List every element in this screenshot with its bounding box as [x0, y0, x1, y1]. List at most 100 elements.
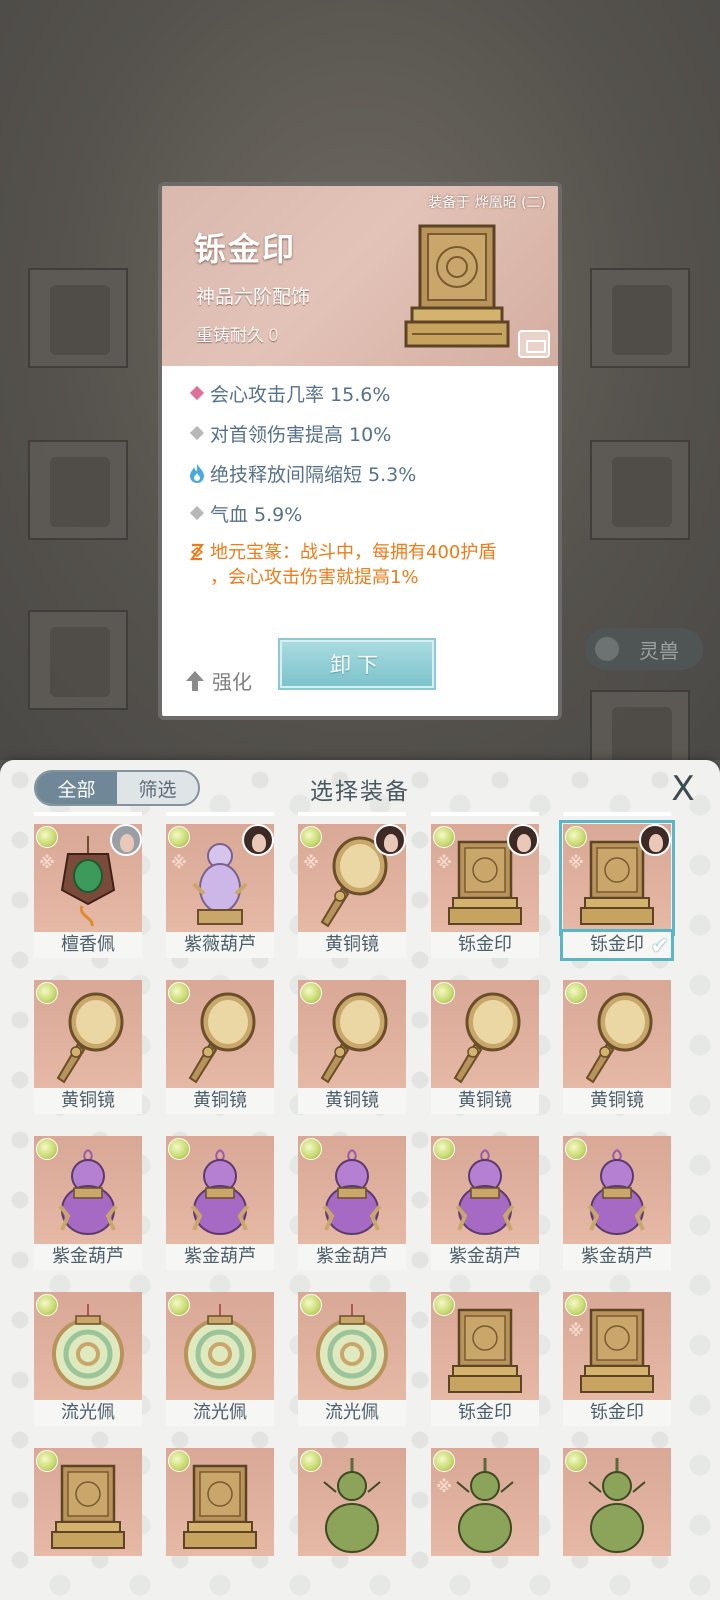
- item-card: [298, 1448, 406, 1556]
- item-card: ※: [166, 824, 274, 932]
- equipment-item[interactable]: 黄铜镜: [431, 974, 541, 1114]
- item-label: 紫金葫芦: [431, 1244, 539, 1270]
- equipment-item[interactable]: 流光佩: [298, 1286, 408, 1426]
- equipment-item[interactable]: 黄铜镜: [166, 974, 276, 1114]
- element-badge-icon: [300, 1294, 322, 1316]
- item-card: [298, 980, 406, 1088]
- equipment-item[interactable]: 黄铜镜: [563, 974, 673, 1114]
- equipment-item[interactable]: 紫金葫芦: [166, 1130, 276, 1270]
- lock-icon[interactable]: [518, 330, 550, 358]
- set-mark-icon: ※: [568, 853, 584, 872]
- item-card: [166, 1448, 274, 1556]
- detail-header: 装备于 烨凰昭 (二) 铄金印 神品六阶配饰 重铸耐久 0: [162, 186, 558, 366]
- equipment-item[interactable]: [298, 1442, 408, 1578]
- equipment-item[interactable]: [563, 1442, 673, 1578]
- item-label: 黄铜镜: [298, 1088, 406, 1114]
- item-card: [563, 1136, 671, 1244]
- pink-diamond-icon: [184, 380, 210, 406]
- row-divider: [166, 812, 274, 816]
- close-button[interactable]: X: [664, 770, 702, 808]
- set-effect-line2: ，会心攻击伤害就提高1%: [210, 567, 419, 588]
- item-label: 黄铜镜: [563, 1088, 671, 1114]
- item-label: 紫薇葫芦: [166, 932, 274, 958]
- equipment-item[interactable]: 紫金葫芦: [34, 1130, 144, 1270]
- item-card: [431, 1136, 539, 1244]
- upgrade-label: 强化: [212, 670, 252, 694]
- equipment-item[interactable]: ※ 黄铜镜: [298, 812, 408, 958]
- equipment-item[interactable]: ※ 铄金印 ✔: [559, 812, 675, 961]
- item-label: 紫金葫芦: [298, 1244, 406, 1270]
- item-card: [563, 1448, 671, 1556]
- item-label: 紫金葫芦: [563, 1244, 671, 1270]
- equipment-item[interactable]: ※ 紫薇葫芦: [166, 812, 276, 958]
- element-badge-icon: [565, 1294, 587, 1316]
- bg-equip-slot: [590, 440, 690, 540]
- equipment-item[interactable]: ※ 铄金印: [563, 1286, 673, 1426]
- stat-text: 气血 5.9%: [210, 504, 303, 526]
- element-badge-icon: [300, 1450, 322, 1472]
- seal-illustration: [404, 224, 510, 348]
- element-badge-icon: [433, 1450, 455, 1472]
- hero-avatar: [507, 824, 539, 856]
- item-label: 铄金印: [431, 932, 539, 958]
- item-card: [166, 1292, 274, 1400]
- item-label: 铄金印: [563, 1400, 671, 1426]
- blue-flame-icon: [184, 460, 210, 486]
- upgrade-button[interactable]: 强化: [184, 666, 252, 695]
- equipment-item[interactable]: 紫金葫芦: [298, 1130, 408, 1270]
- durability-label: 重铸耐久: [196, 326, 264, 346]
- set-mark-icon: ※: [436, 853, 452, 872]
- stat-text: 绝技释放间隔缩短 5.3%: [210, 464, 417, 486]
- item-card: [34, 980, 142, 1088]
- element-badge-icon: [565, 1450, 587, 1472]
- equipment-item[interactable]: 黄铜镜: [298, 974, 408, 1114]
- stats-list: 会心攻击几率 15.6% 对首领伤害提高 10% 绝技释放间隔缩短 5.3% 气…: [162, 366, 558, 590]
- bg-equip-slot: [590, 690, 690, 760]
- element-badge-icon: [168, 826, 190, 848]
- equipment-item[interactable]: [34, 1442, 144, 1578]
- item-card: [34, 1292, 142, 1400]
- equipment-item[interactable]: 流光佩: [166, 1286, 276, 1426]
- element-badge-icon: [433, 1294, 455, 1316]
- item-label: 流光佩: [166, 1400, 274, 1426]
- unequip-button[interactable]: 卸下: [278, 638, 436, 690]
- set-mark-icon: ※: [303, 853, 319, 872]
- item-card: [563, 980, 671, 1088]
- item-label: 黄铜镜: [166, 1088, 274, 1114]
- equipment-item[interactable]: 紫金葫芦: [431, 1130, 541, 1270]
- spirit-beast-label: 灵兽: [639, 638, 679, 663]
- bg-equip-slot: [590, 268, 690, 368]
- item-card: ※: [559, 820, 675, 936]
- hero-avatar: [374, 824, 406, 856]
- set-mark-icon: ※: [171, 853, 187, 872]
- element-badge-icon: [433, 1138, 455, 1160]
- element-badge-icon: [36, 826, 58, 848]
- bg-equip-slot: [28, 440, 128, 540]
- item-label: 流光佩: [298, 1400, 406, 1426]
- hero-avatar: [110, 824, 142, 856]
- item-label: 黄铜镜: [431, 1088, 539, 1114]
- row-divider: [34, 812, 142, 816]
- equipment-item[interactable]: ※ 铄金印: [431, 812, 541, 958]
- item-card: [298, 1292, 406, 1400]
- set-effect-line1: 地元宝篆：战斗中，每拥有400护盾: [210, 542, 497, 563]
- element-badge-icon: [300, 982, 322, 1004]
- durability-value: 0: [268, 326, 279, 346]
- equipment-item[interactable]: 黄铜镜: [34, 974, 144, 1114]
- equipment-item[interactable]: [166, 1442, 276, 1578]
- set-mark-icon: ※: [568, 1321, 584, 1340]
- equipment-select-panel: 全部 筛选 选择装备 X ※ 檀香佩 ※ 紫薇葫芦 ※ 黄铜镜 ※ 铄金印 ※ 铄金印 ✔ 黄铜镜 黄铜…: [0, 760, 720, 1600]
- equipment-item[interactable]: 铄金印: [431, 1286, 541, 1426]
- item-card: [166, 980, 274, 1088]
- equipment-item[interactable]: ※ 檀香佩: [34, 812, 144, 958]
- equipment-item[interactable]: 流光佩: [34, 1286, 144, 1426]
- set-mark-icon: ※: [436, 1477, 452, 1496]
- bg-equip-slot: [28, 268, 128, 368]
- element-badge-icon: [168, 982, 190, 1004]
- item-card: [34, 1136, 142, 1244]
- element-badge-icon: [36, 1450, 58, 1472]
- equipment-item[interactable]: ※: [431, 1442, 541, 1578]
- element-badge-icon: [36, 1294, 58, 1316]
- equipment-item[interactable]: 紫金葫芦: [563, 1130, 673, 1270]
- element-badge-icon: [565, 1138, 587, 1160]
